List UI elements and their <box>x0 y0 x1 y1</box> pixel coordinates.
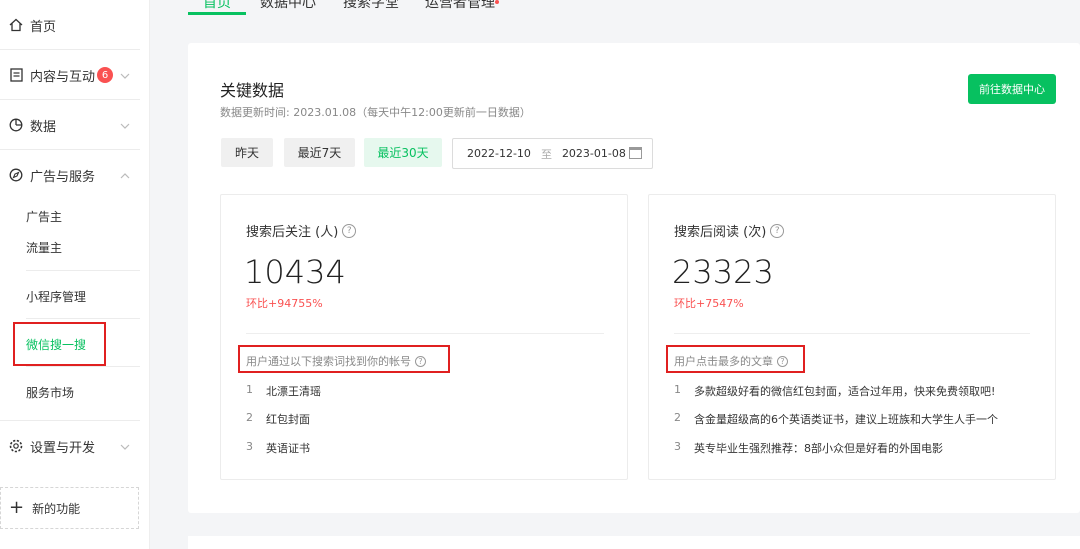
document-icon <box>8 67 24 83</box>
active-tab-indicator <box>188 12 246 15</box>
list-item-text: 含金量超级高的6个英语类证书，建议上班族和大学生人手一个 <box>694 413 998 426</box>
sidebar-subitem-market[interactable]: 服务市场 <box>26 384 74 401</box>
sidebar-item-data[interactable]: 数据 <box>0 100 140 150</box>
metric-ratio: 环比+94755% <box>246 297 323 310</box>
tab-search-school[interactable]: 搜索字堂 <box>343 0 399 12</box>
list-item-text: 多款超级好看的微信红包封面，适合过年用，快来免费领取吧! <box>694 385 996 398</box>
notification-dot <box>495 0 499 4</box>
plus-icon: + <box>9 497 25 518</box>
chevron-down-icon[interactable] <box>120 70 130 80</box>
sidebar-item-label: 内容与互动 <box>30 69 96 85</box>
help-icon[interactable]: ? <box>770 223 785 238</box>
goto-data-center-button[interactable]: 前往数据中心 <box>968 74 1056 104</box>
metric-ratio: 环比+7547% <box>674 297 744 310</box>
sidebar-item-ads[interactable]: 广告与服务 <box>0 150 140 200</box>
date-range-picker[interactable]: 2022-12-10 至 2023-01-08 <box>452 138 653 169</box>
pie-chart-icon <box>8 117 24 133</box>
list-item-number: 1 <box>674 383 681 396</box>
page-title: 关键数据 <box>220 81 285 100</box>
help-icon[interactable]: ? <box>342 223 357 238</box>
chevron-up-icon[interactable] <box>120 170 130 180</box>
tab-data-center[interactable]: 数据中心 <box>260 0 316 12</box>
list-item[interactable]: 3 英语证书 <box>246 440 310 456</box>
chevron-down-icon[interactable] <box>120 441 130 451</box>
list-item[interactable]: 2 含金量超级高的6个英语类证书，建议上班族和大学生人手一个 <box>674 411 998 427</box>
divider <box>674 333 1030 334</box>
list-item-number: 3 <box>674 440 681 453</box>
sidebar-item-label: 首页 <box>30 19 57 35</box>
list-item-number: 2 <box>246 411 253 424</box>
sidebar-item-home[interactable]: 首页 <box>0 0 140 50</box>
sidebar-subitem-miniprogram[interactable]: 小程序管理 <box>26 288 86 305</box>
range-30days-button[interactable]: 最近30天 <box>364 138 442 167</box>
list-item[interactable]: 1 北漂王清瑶 <box>246 383 321 399</box>
list-item-text: 红包封面 <box>266 413 310 426</box>
list-item-number: 2 <box>674 411 681 424</box>
update-time-text: 数据更新时间: 2023.01.08（每天中午12:00更新前一日数据） <box>220 106 531 119</box>
new-feature-button[interactable]: + 新的功能 <box>0 487 139 529</box>
sidebar: 首页 内容与互动 6 数据 广告与服务 广告主 流量主 小程序管理 微信搜一搜 … <box>0 0 150 549</box>
tab-operator-management[interactable]: 运营者管理 <box>425 0 495 12</box>
highlight-box <box>238 345 450 373</box>
range-7days-button[interactable]: 最近7天 <box>284 138 355 167</box>
metric-label-text: 搜索后关注 (人) <box>246 225 339 240</box>
sidebar-item-label: 广告与服务 <box>30 169 96 185</box>
list-item[interactable]: 2 红包封面 <box>246 411 310 427</box>
tab-home[interactable]: 首页 <box>203 0 231 12</box>
list-item-number: 3 <box>246 440 253 453</box>
new-feature-label: 新的功能 <box>32 501 81 516</box>
gear-icon <box>8 438 24 454</box>
sidebar-subitem-publisher[interactable]: 流量主 <box>26 239 62 256</box>
divider <box>26 270 140 271</box>
metric-value: 23323 <box>672 253 774 291</box>
list-item[interactable]: 1 多款超级好看的微信红包封面，适合过年用，快来免费领取吧! <box>674 383 995 399</box>
chevron-down-icon[interactable] <box>120 120 130 130</box>
metric-label: 搜索后阅读 (次) ? <box>674 221 785 240</box>
sidebar-item-label: 设置与开发 <box>30 440 96 456</box>
notification-badge: 6 <box>97 67 114 83</box>
sidebar-item-settings[interactable]: 设置与开发 <box>0 421 140 471</box>
highlight-box <box>13 322 106 366</box>
sidebar-subitem-advertiser[interactable]: 广告主 <box>26 208 62 225</box>
list-item[interactable]: 3 英专毕业生强烈推荐：8部小众但是好看的外国电影 <box>674 440 943 456</box>
compass-icon <box>8 167 24 183</box>
list-item-text: 英语证书 <box>266 442 310 455</box>
sidebar-item-label: 数据 <box>30 119 57 135</box>
metric-label: 搜索后关注 (人) ? <box>246 221 357 240</box>
list-item-text: 北漂王清瑶 <box>266 385 321 398</box>
calendar-icon <box>629 147 642 159</box>
sidebar-item-content[interactable]: 内容与互动 6 <box>0 50 140 100</box>
metric-card-follows: 搜索后关注 (人) ? 10434 环比+94755% 用户通过以下搜索词找到你… <box>220 194 628 480</box>
metric-value: 10434 <box>244 253 346 291</box>
date-separator: 至 <box>540 147 552 161</box>
metric-label-text: 搜索后阅读 (次) <box>674 225 767 240</box>
home-icon <box>8 17 24 33</box>
divider <box>26 318 140 319</box>
list-item-number: 1 <box>246 383 253 396</box>
date-end: 2023-01-08 <box>561 147 626 160</box>
divider <box>26 366 140 367</box>
next-panel <box>188 536 1080 549</box>
divider <box>246 333 604 334</box>
date-start: 2022-12-10 <box>467 147 531 160</box>
metric-card-reads: 搜索后阅读 (次) ? 23323 环比+7547% 用户点击最多的文章 ? 1… <box>648 194 1056 480</box>
list-item-text: 英专毕业生强烈推荐：8部小众但是好看的外国电影 <box>694 442 943 455</box>
highlight-box <box>666 345 805 373</box>
range-yesterday-button[interactable]: 昨天 <box>221 138 273 167</box>
